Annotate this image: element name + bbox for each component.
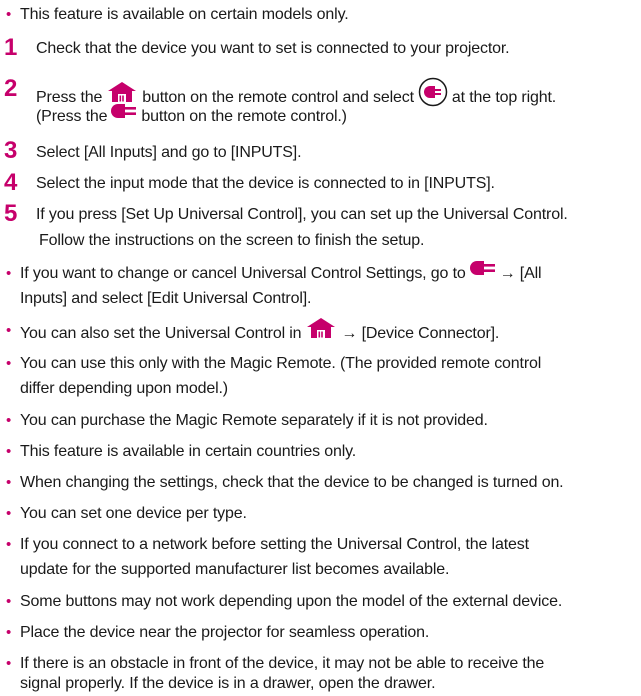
step-2-text-b: button on the remote control and select — [142, 89, 414, 107]
note-3-line-2: differ depending upon model.) — [20, 380, 228, 397]
input-plug-icon — [111, 103, 137, 127]
bullet-dot: • — [6, 593, 12, 610]
step-number-3: 3 — [4, 137, 18, 164]
step-number-5: 5 — [4, 200, 18, 227]
bullet-dot: • — [6, 265, 12, 282]
step-2-text-c: at the top right. — [451, 89, 557, 107]
bullet-dot: • — [6, 443, 12, 460]
step-number-4: 4 — [4, 169, 18, 196]
bullet-dot: • — [6, 322, 12, 339]
note-2-line: You can also set the Universal Control i… — [20, 317, 500, 349]
note-4: You can purchase the Magic Remote separa… — [20, 412, 488, 429]
bullet-dot: • — [6, 474, 12, 491]
note-7: You can set one device per type. — [20, 505, 247, 522]
intro-note: This feature is available on certain mod… — [20, 6, 349, 23]
note-1-text-a: If you want to change or cancel Universa… — [20, 265, 466, 283]
step-2-text-d: (Press the — [36, 108, 108, 126]
home-icon — [305, 317, 337, 347]
step-5-line-1: If you press [Set Up Universal Control],… — [36, 206, 568, 223]
bullet-dot: • — [6, 505, 12, 522]
document-page: • This feature is available on certain m… — [0, 0, 641, 695]
note-5: This feature is available in certain cou… — [20, 443, 357, 460]
note-1-text-b: → [All — [499, 265, 542, 283]
note-8-line-1: If you connect to a network before setti… — [20, 536, 529, 553]
step-2-line-2: (Press the button on the remote control.) — [36, 103, 347, 129]
step-5-line-2: Follow the instructions on the screen to… — [39, 232, 425, 249]
note-3-line-1: You can use this only with the Magic Rem… — [20, 355, 542, 372]
bullet-dot: • — [6, 412, 12, 429]
bullet-dot: • — [6, 536, 12, 553]
bullet-dot: • — [6, 6, 12, 23]
input-circle-icon — [418, 77, 448, 115]
bullet-dot: • — [6, 355, 12, 372]
bullet-dot: • — [6, 624, 12, 641]
step-1-text: Check that the device you want to set is… — [36, 40, 510, 57]
step-3-text: Select [All Inputs] and go to [INPUTS]. — [36, 144, 302, 161]
step-number-1: 1 — [4, 34, 18, 61]
note-9: Some buttons may not work depending upon… — [20, 593, 563, 610]
note-2-text-b: → [Device Connector]. — [341, 325, 500, 343]
note-1-line-1: If you want to change or cancel Universa… — [20, 260, 542, 286]
note-10: Place the device near the projector for … — [20, 624, 430, 641]
note-8-line-2: update for the supported manufacturer li… — [20, 561, 450, 578]
step-2-text-e: button on the remote control.) — [141, 108, 347, 126]
note-1-line-2: Inputs] and select [Edit Universal Contr… — [20, 290, 312, 307]
note-11-line-2: signal properly. If the device is in a d… — [20, 675, 436, 692]
note-6: When changing the settings, check that t… — [20, 474, 564, 491]
step-4-text: Select the input mode that the device is… — [36, 175, 495, 192]
step-number-2: 2 — [4, 75, 18, 102]
note-2-text-a: You can also set the Universal Control i… — [20, 325, 302, 343]
bullet-dot: • — [6, 655, 12, 672]
step-2-text-a: Press the — [36, 89, 103, 107]
input-plug-icon — [469, 260, 496, 284]
